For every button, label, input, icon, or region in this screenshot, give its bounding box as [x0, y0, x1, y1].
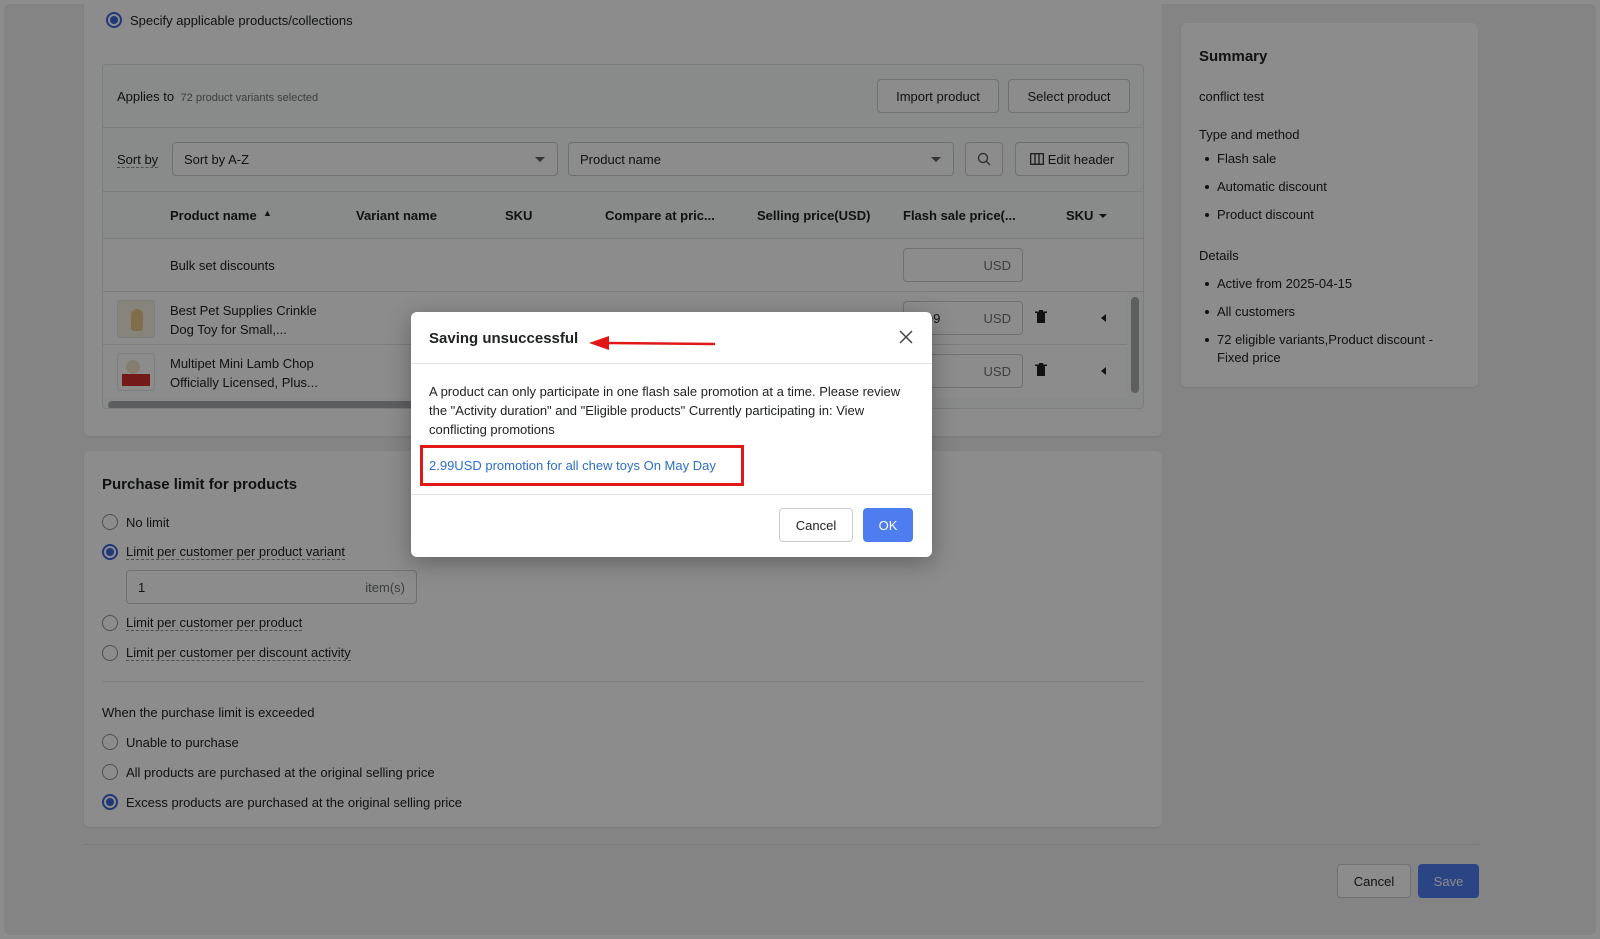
dialog-title: Saving unsuccessful [429, 330, 579, 347]
divider [411, 494, 932, 495]
error-dialog: Saving unsuccessful A product can only p… [411, 312, 932, 557]
arrow-annotation [589, 336, 716, 350]
conflicting-promotion-link[interactable]: 2.99USD promotion for all chew toys On M… [429, 458, 716, 473]
dialog-cancel-button[interactable]: Cancel [779, 508, 853, 542]
close-icon[interactable] [898, 329, 914, 345]
dialog-message: A product can only participate in one fl… [429, 384, 901, 437]
dialog-ok-button[interactable]: OK [863, 508, 913, 542]
